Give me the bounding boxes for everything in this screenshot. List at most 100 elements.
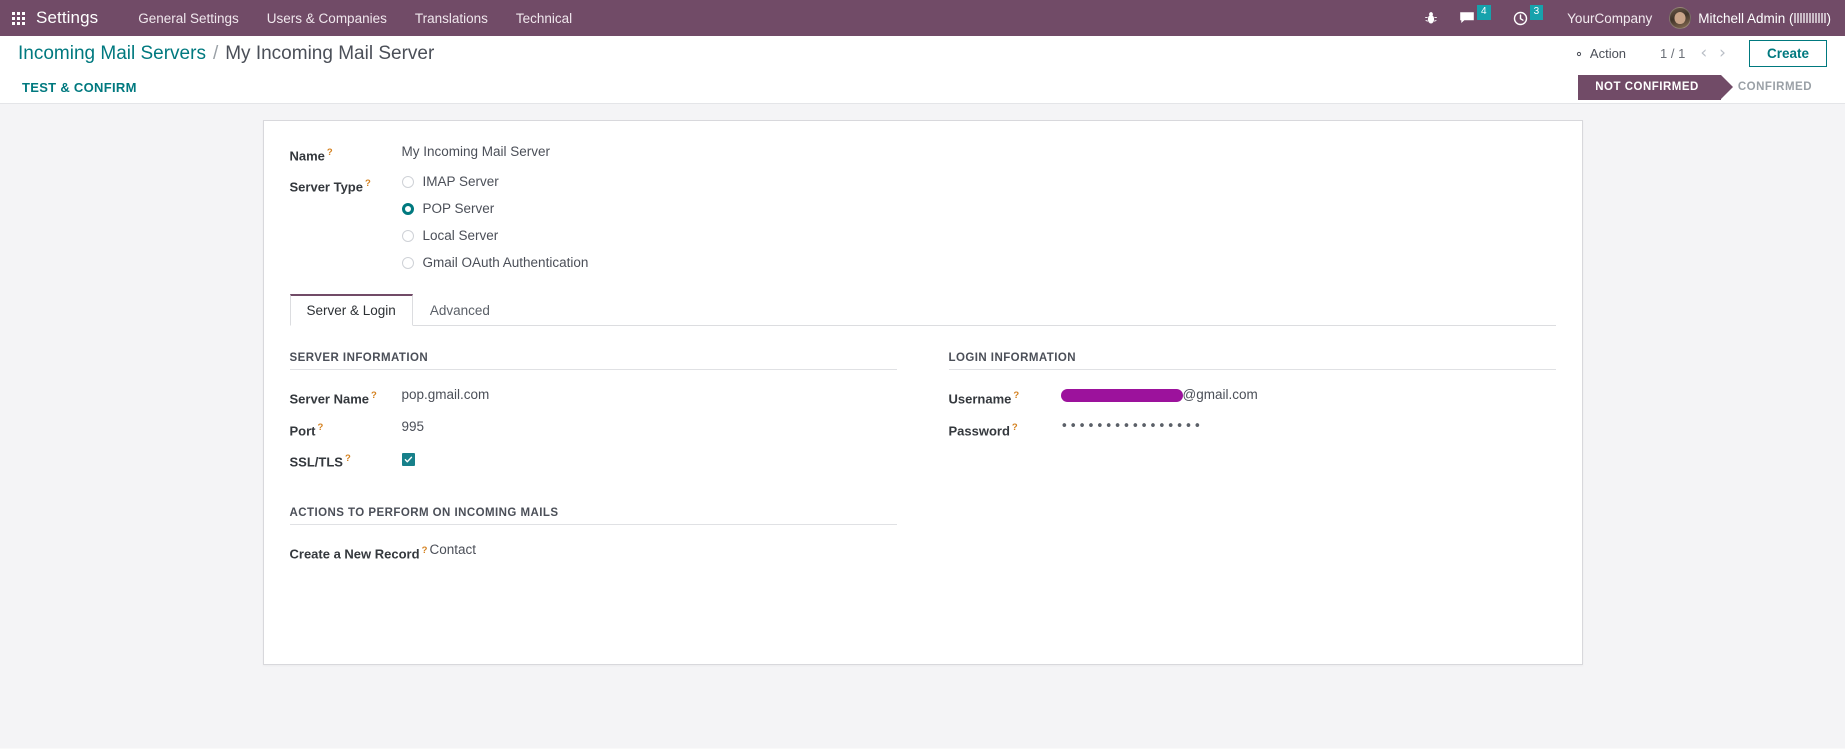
menu-item-translations[interactable]: Translations <box>401 4 502 33</box>
form-scroll-area: Name? My Incoming Mail Server Server Typ… <box>0 104 1845 748</box>
column-server-information: SERVER INFORMATION Server Name? pop.gmai… <box>289 352 897 572</box>
activities-count-badge: 3 <box>1529 5 1544 20</box>
section-actions-on-incoming-mails: ACTIONS TO PERFORM ON INCOMING MAILS Cre… <box>289 507 897 563</box>
field-label-server-type: Server Type? <box>290 174 402 196</box>
breadcrumb-current-record: My Incoming Mail Server <box>225 42 435 64</box>
field-value-port[interactable]: 995 <box>402 418 425 436</box>
field-label-server-name: Server Name? <box>290 386 402 408</box>
tab-advanced[interactable]: Advanced <box>413 294 507 326</box>
user-menu-label: Mitchell Admin (lllllllllll) <box>1698 10 1831 26</box>
checkbox-ssl-tls[interactable] <box>401 452 415 466</box>
clock-icon <box>1513 11 1527 25</box>
menu-item-technical[interactable]: Technical <box>502 4 586 33</box>
status-stepper: NOT CONFIRMED CONFIRMED <box>1578 74 1827 100</box>
help-icon-port[interactable]: ? <box>318 422 324 433</box>
status-step-confirmed-label: CONFIRMED <box>1737 81 1812 93</box>
action-menu-button[interactable]: Action <box>1563 42 1636 65</box>
control-panel: Incoming Mail Servers / My Incoming Mail… <box>0 36 1845 71</box>
avatar <box>1669 7 1692 29</box>
status-step-not-confirmed-label: NOT CONFIRMED <box>1595 81 1699 93</box>
radio-option-imap-server[interactable]: IMAP Server <box>401 174 589 190</box>
help-icon-server-type[interactable]: ? <box>365 178 371 189</box>
activities-menu[interactable]: 3 <box>1502 0 1555 36</box>
statusbar-row: TEST & CONFIRM NOT CONFIRMED CONFIRMED <box>0 71 1845 104</box>
status-step-confirmed[interactable]: CONFIRMED <box>1721 75 1827 100</box>
field-label-password-text: Password <box>948 422 1010 438</box>
top-navbar: Settings General Settings Users & Compan… <box>0 0 1845 36</box>
field-row-port: Port? 995 <box>290 418 897 440</box>
field-label-create-a-new-record: Create a New Record? <box>290 541 430 563</box>
radio-label-pop-server: POP Server <box>422 201 495 217</box>
radio-label-local-server: Local Server <box>422 228 499 244</box>
create-button[interactable]: Create <box>1748 40 1827 67</box>
user-menu[interactable]: Mitchell Admin (lllllllllll) <box>1665 7 1831 29</box>
breadcrumb-separator: / <box>212 42 219 64</box>
field-label-server-type-text: Server Type <box>289 179 363 195</box>
control-panel-right: Action 1 / 1 ‹ › Create <box>1563 40 1827 67</box>
company-switcher[interactable]: YourCompany <box>1554 11 1665 26</box>
radio-label-imap-server: IMAP Server <box>422 174 499 190</box>
section-title-actions: ACTIONS TO PERFORM ON INCOMING MAILS <box>289 507 897 526</box>
field-label-username: Username? <box>949 386 1061 408</box>
chevron-left-icon[interactable]: ‹ <box>1695 43 1712 64</box>
field-row-name: Name? My Incoming Mail Server <box>290 143 1556 165</box>
section-title-server-information: SERVER INFORMATION <box>289 352 897 371</box>
help-icon-username[interactable]: ? <box>1013 390 1019 401</box>
messages-menu[interactable]: 4 <box>1448 0 1502 36</box>
record-pager: 1 / 1 <box>1660 46 1686 61</box>
field-row-server-type: Server Type? IMAP Server POP Server Loca… <box>290 174 1556 270</box>
field-label-create-a-new-record-text: Create a New Record <box>289 546 420 562</box>
field-value-create-a-new-record[interactable]: Contact <box>430 541 477 559</box>
redaction-bar-username <box>1060 388 1183 402</box>
radio-option-local-server[interactable]: Local Server <box>401 228 589 244</box>
radio-dot-local-server <box>401 229 414 242</box>
radio-group-server-type: IMAP Server POP Server Local Server Gmai… <box>401 174 589 271</box>
breadcrumb: Incoming Mail Servers / My Incoming Mail… <box>18 43 434 65</box>
gear-icon <box>1573 48 1585 60</box>
field-label-port-text: Port <box>289 422 316 438</box>
tab-server-and-login[interactable]: Server & Login <box>289 294 413 327</box>
radio-dot-gmail-oauth <box>401 256 414 269</box>
menu-item-general-settings[interactable]: General Settings <box>124 4 253 33</box>
radio-option-gmail-oauth[interactable]: Gmail OAuth Authentication <box>401 255 589 271</box>
field-label-name-text: Name <box>289 148 325 164</box>
radio-dot-pop-server <box>401 202 414 215</box>
field-label-ssl-tls-text: SSL/TLS <box>289 454 343 470</box>
help-icon-create-a-new-record[interactable]: ? <box>422 545 428 556</box>
field-label-password: Password? <box>949 418 1061 440</box>
username-visible-suffix: @gmail.com <box>1182 387 1258 403</box>
app-brand-settings[interactable]: Settings <box>36 8 98 28</box>
bug-icon[interactable] <box>1414 0 1448 36</box>
chat-bubble-icon <box>1460 12 1474 23</box>
breadcrumb-item-incoming-mail-servers[interactable]: Incoming Mail Servers <box>18 43 206 65</box>
field-value-name[interactable]: My Incoming Mail Server <box>402 143 551 161</box>
radio-option-pop-server[interactable]: POP Server <box>401 201 589 217</box>
field-row-server-name: Server Name? pop.gmail.com <box>290 386 897 408</box>
field-label-username-text: Username <box>948 391 1012 407</box>
radio-dot-imap-server <box>401 175 414 188</box>
field-label-ssl-tls: SSL/TLS? <box>290 449 402 471</box>
apps-grid-icon[interactable] <box>0 0 36 36</box>
tab-panel-server-and-login: SERVER INFORMATION Server Name? pop.gmai… <box>289 326 1556 572</box>
chevron-right-icon[interactable]: › <box>1714 43 1731 64</box>
field-value-server-name[interactable]: pop.gmail.com <box>402 386 490 404</box>
form-sheet: Name? My Incoming Mail Server Server Typ… <box>262 120 1583 665</box>
field-row-create-a-new-record: Create a New Record? Contact <box>290 541 897 563</box>
pager-arrows: ‹ › <box>1695 43 1731 64</box>
action-menu-label: Action <box>1589 46 1627 61</box>
radio-label-gmail-oauth: Gmail OAuth Authentication <box>422 255 589 271</box>
section-title-login-information: LOGIN INFORMATION <box>948 352 1556 371</box>
help-icon-password[interactable]: ? <box>1012 422 1018 433</box>
column-login-information: LOGIN INFORMATION Username? @gmail.com P… <box>948 352 1556 572</box>
field-label-server-name-text: Server Name <box>289 391 370 407</box>
notebook-tabs: Server & Login Advanced <box>289 294 1556 327</box>
field-value-username[interactable]: @gmail.com <box>1060 386 1258 404</box>
status-step-not-confirmed[interactable]: NOT CONFIRMED <box>1578 74 1733 100</box>
help-icon-server-name[interactable]: ? <box>371 390 377 401</box>
menu-item-users-companies[interactable]: Users & Companies <box>253 4 401 33</box>
navbar-right-tools: 4 3 YourCompany Mitchell Admin (llllllll… <box>1414 0 1831 36</box>
help-icon-ssl-tls[interactable]: ? <box>345 453 351 464</box>
field-value-password[interactable]: •••••••••••••••• <box>1061 418 1203 436</box>
test-and-confirm-button[interactable]: TEST & CONFIRM <box>0 74 151 101</box>
help-icon-name[interactable]: ? <box>327 147 333 158</box>
